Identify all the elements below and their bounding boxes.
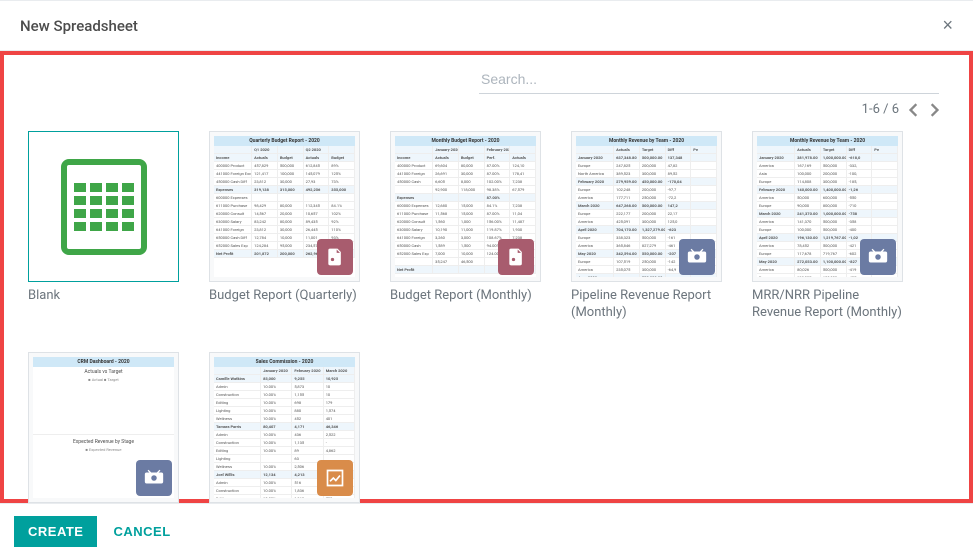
template-thumb-blank (28, 131, 179, 282)
template-label: Pipeline Revenue Report (Monthly) (571, 282, 722, 322)
crm-badge-icon (860, 239, 896, 275)
thumb-title: Monthly Budget Report - 2020 (395, 136, 536, 146)
thumb-title: CRM Dashboard - 2020 (33, 357, 174, 367)
new-spreadsheet-modal: New Spreadsheet × 1-6 / 6 (0, 0, 973, 559)
close-button[interactable]: × (942, 15, 953, 36)
crm-badge-icon (136, 460, 172, 496)
close-icon: × (942, 15, 953, 35)
pager-row: 1-6 / 6 (28, 94, 939, 131)
pager-prev-button[interactable] (909, 103, 919, 117)
thumb-title: Quarterly Budget Report - 2020 (214, 136, 355, 146)
thumb-sub2: Expected Revenue by Stage (33, 437, 174, 447)
modal-header: New Spreadsheet × (0, 1, 973, 51)
report-badge-icon (498, 239, 534, 275)
create-button[interactable]: CREATE (14, 516, 97, 547)
template-budget-quarterly[interactable]: Quarterly Budget Report - 2020 Q1 2020Q2… (209, 131, 360, 322)
template-budget-monthly[interactable]: Monthly Budget Report - 2020 January 202… (390, 131, 541, 322)
thumb-title: Monthly Revenue by Team - 2020 (576, 136, 717, 146)
template-label: Budget Report (Monthly) (390, 282, 541, 316)
template-blank[interactable]: Blank (28, 131, 179, 322)
search-row (28, 51, 939, 94)
template-thumb: Monthly Revenue by Team - 2020 ActualsTa… (752, 131, 903, 282)
crm-badge-icon (679, 239, 715, 275)
cancel-button[interactable]: CANCEL (113, 524, 170, 539)
pager-text: 1-6 / 6 (862, 102, 899, 117)
template-label: MRR/NRR Pipeline Revenue Report (Monthly… (752, 282, 903, 322)
pager-next-button[interactable] (929, 103, 939, 117)
search-input[interactable] (479, 65, 939, 94)
template-pipeline-revenue-monthly[interactable]: Monthly Revenue by Team - 2020 ActualsTa… (571, 131, 722, 317)
thumb-title: Monthly Revenue by Team - 2020 (757, 136, 898, 146)
template-thumb: Monthly Budget Report - 2020 January 202… (390, 131, 541, 282)
template-crm-dashboard[interactable]: CRM Dashboard - 2020 Actuals vs Target ■… (28, 352, 179, 503)
chevron-left-icon (909, 103, 919, 117)
thumb-title: Sales Commission - 2020 (214, 357, 355, 367)
templates-grid: Blank Quarterly Budget Report - 2020 Q1 … (28, 131, 939, 503)
template-thumb: Sales Commission - 2020 January 2020Febr… (209, 352, 360, 503)
sales-badge-icon (317, 460, 353, 496)
template-thumb: Monthly Revenue by Team - 2020 ActualsTa… (571, 131, 722, 282)
template-thumb: CRM Dashboard - 2020 Actuals vs Target ■… (28, 352, 179, 503)
report-badge-icon (317, 239, 353, 275)
chevron-right-icon (929, 103, 939, 117)
thumb-sub: Actuals vs Target (33, 367, 174, 377)
template-mrr-nrr-pipeline[interactable]: Monthly Revenue by Team - 2020 ActualsTa… (752, 131, 903, 322)
template-thumb: Quarterly Budget Report - 2020 Q1 2020Q2… (209, 131, 360, 282)
template-sales-commission[interactable]: Sales Commission - 2020 January 2020Febr… (209, 352, 360, 503)
spreadsheet-icon (61, 159, 147, 255)
modal-title: New Spreadsheet (20, 17, 138, 35)
modal-footer: CREATE CANCEL (0, 503, 973, 559)
template-label: Budget Report (Quarterly) (209, 282, 360, 316)
template-label: Blank (28, 282, 179, 316)
modal-body[interactable]: 1-6 / 6 Blank (0, 51, 973, 503)
